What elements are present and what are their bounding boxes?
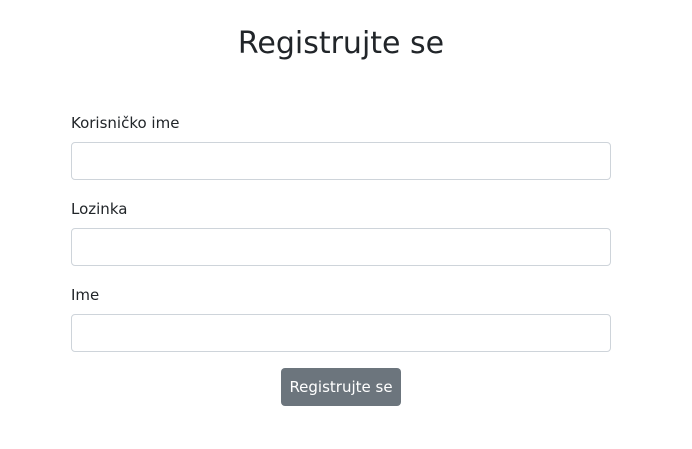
name-input[interactable] <box>71 314 611 352</box>
register-button[interactable]: Registrujte se <box>281 368 401 406</box>
password-input[interactable] <box>71 228 611 266</box>
name-label: Ime <box>71 286 100 304</box>
username-input[interactable] <box>71 142 611 180</box>
username-label: Korisničko ime <box>71 114 180 132</box>
page-title: Registrujte se <box>237 26 445 61</box>
password-label: Lozinka <box>71 200 128 218</box>
